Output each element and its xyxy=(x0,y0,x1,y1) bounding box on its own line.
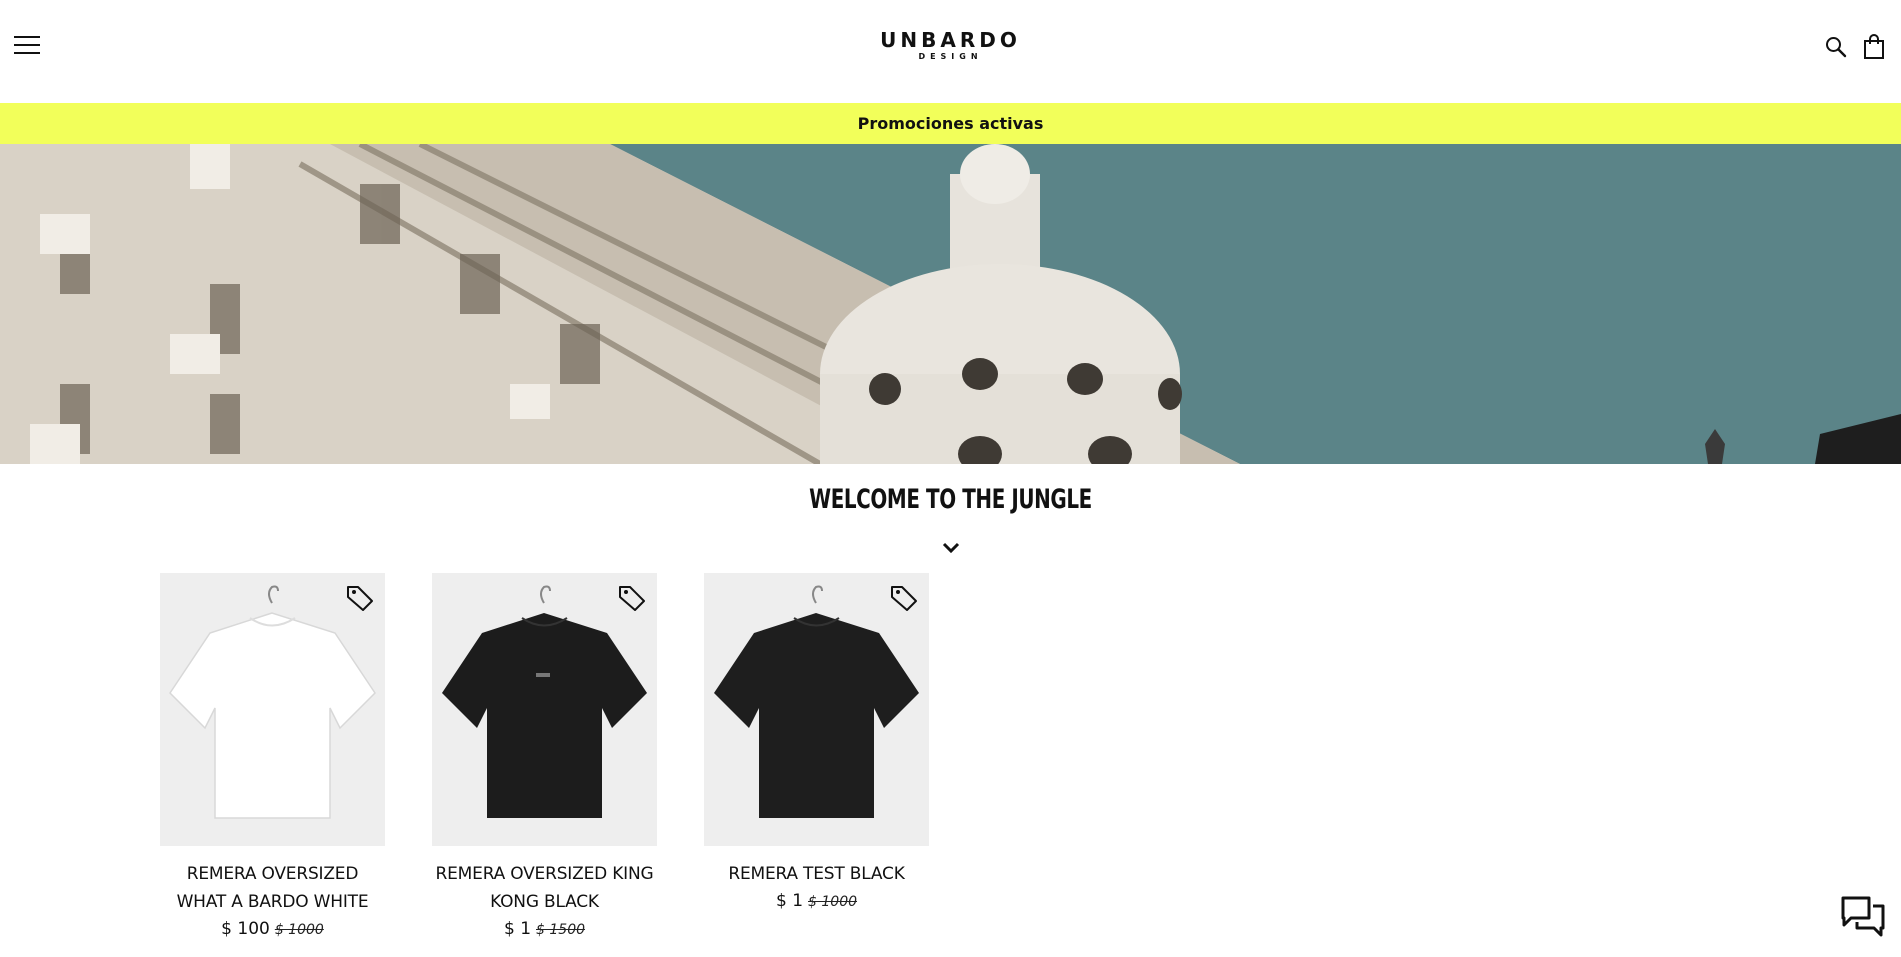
search-icon[interactable] xyxy=(1823,34,1849,60)
price-row: $ 1 $ 1500 xyxy=(432,916,657,943)
product-name[interactable]: REMERA OVERSIZED WHAT A BARDO WHITE xyxy=(160,860,385,916)
product-name[interactable]: REMERA OVERSIZED KING KONG BLACK xyxy=(432,860,657,916)
product-old-price: $ 1500 xyxy=(536,922,586,938)
product-old-price: $ 1000 xyxy=(274,922,324,938)
sale-tag-icon xyxy=(345,583,375,613)
product-image[interactable] xyxy=(160,573,385,846)
product-old-price: $ 1000 xyxy=(808,894,858,910)
chevron-down-icon[interactable] xyxy=(941,538,961,558)
site-logo[interactable]: UNBARDO DESIGN xyxy=(880,30,1021,63)
site-header: UNBARDO DESIGN xyxy=(0,0,1901,103)
product-name[interactable]: REMERA TEST BLACK xyxy=(704,860,929,888)
logo-text: UNBARDO xyxy=(880,28,1021,52)
hero-banner[interactable] xyxy=(0,144,1901,464)
product-card[interactable]: REMERA OVERSIZED KING KONG BLACK $ 1 $ 15… xyxy=(432,573,657,943)
sale-tag-icon xyxy=(889,583,919,613)
product-card[interactable]: REMERA OVERSIZED WHAT A BARDO WHITE $ 10… xyxy=(160,573,385,943)
price-row: $ 100 $ 1000 xyxy=(160,916,385,943)
promo-label: Promociones activas xyxy=(857,114,1044,133)
price-row: $ 1 $ 1000 xyxy=(704,888,929,915)
shopping-bag-icon[interactable] xyxy=(1861,34,1887,60)
logo-subtext: DESIGN xyxy=(918,52,983,61)
product-image[interactable] xyxy=(704,573,929,846)
promo-bar[interactable]: Promociones activas xyxy=(0,103,1901,144)
sale-tag-icon xyxy=(617,583,647,613)
product-price: $ 1 xyxy=(775,891,804,911)
hamburger-menu-icon[interactable] xyxy=(14,36,42,58)
product-price: $ 100 xyxy=(221,919,270,939)
product-image[interactable] xyxy=(432,573,657,846)
chat-bubbles-icon[interactable] xyxy=(1841,894,1885,938)
product-price: $ 1 xyxy=(503,919,532,939)
section-title: WELCOME TO THE JUNGLE xyxy=(809,484,1092,515)
product-card[interactable]: REMERA TEST BLACK $ 1 $ 1000 xyxy=(704,573,929,915)
